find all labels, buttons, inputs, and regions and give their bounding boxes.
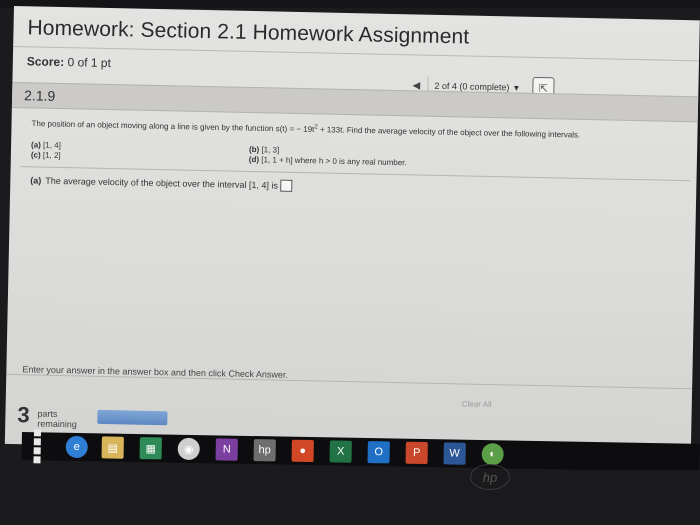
interval-b-label: (b) xyxy=(248,144,260,155)
onenote-icon[interactable]: N xyxy=(215,438,238,461)
taskbar-app-icons: e ▤ ▦ ◉ Nhp ● X O P W ◐ xyxy=(65,435,520,466)
windows-logo-icon xyxy=(32,428,49,464)
interval-c-label: (c) xyxy=(30,150,41,160)
browser-screen: Homework: Section 2.1 Homework Assignmen… xyxy=(4,6,700,459)
interval-a-label: (a) xyxy=(31,140,41,150)
title-divider xyxy=(13,45,700,62)
interval-d-value: [1, 1 + h] where h > 0 is any real numbe… xyxy=(261,155,407,168)
check-answer-button[interactable] xyxy=(97,409,168,426)
part-a-prompt: (a) The average velocity of the object o… xyxy=(30,174,293,192)
interval-c-value: [1, 2] xyxy=(42,150,61,161)
hp-logo-icon: hp xyxy=(470,464,510,490)
interval-d-label: (d) xyxy=(248,154,260,165)
footer-divider xyxy=(6,373,693,390)
score-value: 0 of 1 pt xyxy=(67,55,112,71)
interval-d: (d) [1, 1 + h] where h > 0 is any real n… xyxy=(249,155,407,167)
answer-input-box[interactable] xyxy=(279,179,293,192)
hp-icon[interactable]: hp xyxy=(253,439,276,462)
windows-start-button[interactable] xyxy=(30,429,52,464)
parts-remaining-label: parts remaining xyxy=(37,409,77,430)
interval-list: (a) [1, 4] (b) [1, 3] (c) [1, 2] (d) [1,… xyxy=(31,140,491,167)
part-a-text: The average velocity of the object over … xyxy=(45,175,279,191)
interval-c: (c) [1, 2] xyxy=(31,150,61,160)
part-a-label: (a) xyxy=(30,175,42,186)
interval-a: (a) [1, 4] xyxy=(31,140,61,150)
word-icon[interactable]: W xyxy=(443,442,466,465)
outlook-icon[interactable]: O xyxy=(367,441,390,464)
question-text-part2: + 133t. Find the average velocity of the… xyxy=(317,125,581,140)
media-icon[interactable]: ◉ xyxy=(177,437,200,461)
excel-icon[interactable]: X xyxy=(329,440,352,463)
laptop-bezel xyxy=(0,470,700,525)
office-icon[interactable]: ● xyxy=(291,439,314,463)
interval-b-value: [1, 3] xyxy=(261,145,280,155)
chrome-icon[interactable]: ◐ xyxy=(481,443,504,466)
parts-remaining-count: 3 xyxy=(17,402,30,428)
question-text-part1: The position of an object moving along a… xyxy=(31,119,315,134)
question-number: 2.1.9 xyxy=(23,87,56,104)
top-bezel xyxy=(0,0,700,8)
triangle-left-icon: ◀ xyxy=(412,79,421,92)
powerpoint-icon[interactable]: P xyxy=(405,441,428,465)
question-text: The position of an object moving along a… xyxy=(31,118,691,141)
interval-b: (b) [1, 3] xyxy=(249,145,279,155)
page-title: Homework: Section 2.1 Homework Assignmen… xyxy=(27,16,470,49)
interval-a-value: [1, 4] xyxy=(43,140,61,151)
question-number-bar: 2.1.9 xyxy=(11,81,699,123)
score-label: Score: xyxy=(26,54,65,70)
file-explorer-icon[interactable]: ▤ xyxy=(101,436,124,459)
clear-all-button[interactable]: Clear All xyxy=(462,399,492,409)
chevron-down-icon: ▼ xyxy=(512,82,521,93)
edge-icon[interactable]: e xyxy=(65,435,88,459)
score-display: Score: 0 of 1 pt xyxy=(27,54,111,70)
store-icon[interactable]: ▦ xyxy=(139,437,162,460)
